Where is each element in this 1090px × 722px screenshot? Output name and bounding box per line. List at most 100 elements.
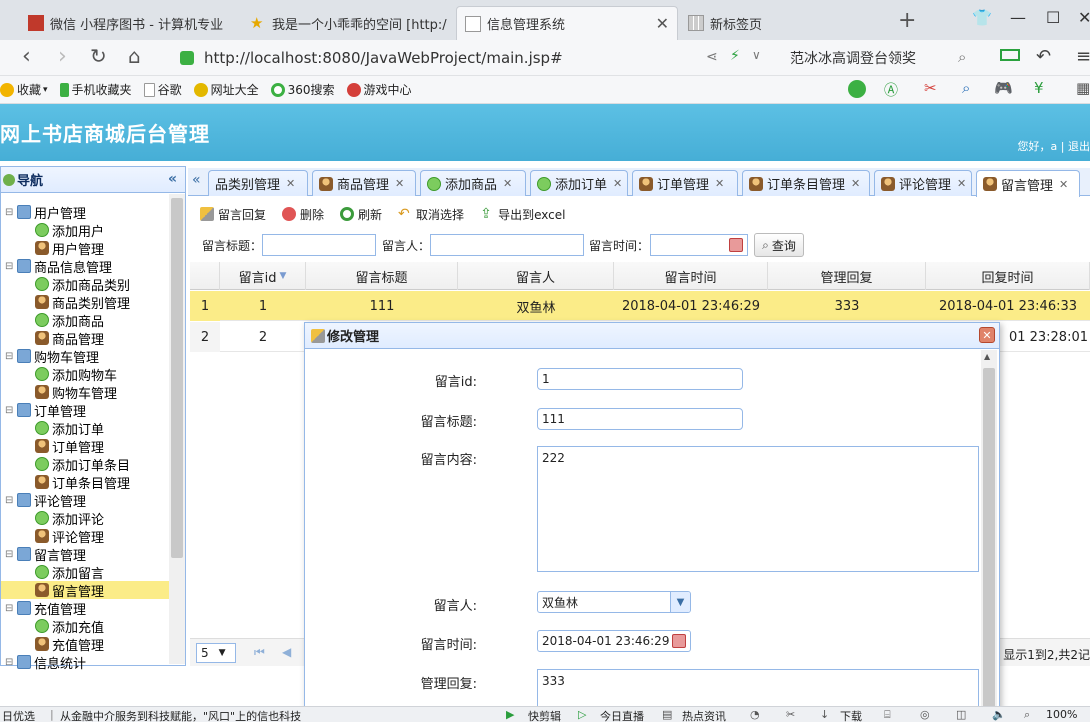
nav-tree-group[interactable]: ⊟ 充值管理: [1, 599, 169, 618]
column-header[interactable]: 留言标题: [306, 262, 458, 290]
nav-tree-item[interactable]: 充值管理: [1, 635, 169, 654]
nav-tree-item[interactable]: 商品管理: [1, 329, 169, 348]
close-tab-icon[interactable]: ✕: [286, 177, 295, 190]
zoom-level[interactable]: 100%: [1046, 708, 1077, 721]
home-icon[interactable]: ⌂: [128, 44, 141, 68]
forward-icon[interactable]: ›: [58, 44, 67, 69]
bookmark-item[interactable]: 谷歌: [143, 81, 182, 98]
expander-icon[interactable]: ⊟: [5, 603, 15, 614]
nav-tree-item[interactable]: 添加商品: [1, 311, 169, 330]
apps-icon[interactable]: ▦: [1076, 79, 1090, 97]
gamepad-icon[interactable]: 🎮: [994, 79, 1013, 97]
reload-icon[interactable]: ↻: [90, 44, 107, 68]
search-time-input[interactable]: [650, 234, 748, 256]
close-tab-icon[interactable]: ✕: [851, 177, 860, 190]
browser-tab[interactable]: ★ 我是一个小乖乖的空间 [http:/: [242, 6, 454, 40]
new-tab-icon[interactable]: +: [898, 8, 916, 33]
address-bar[interactable]: http://localhost:8080/JavaWebProject/mai…: [180, 45, 780, 71]
share-icon[interactable]: ⋖: [706, 49, 718, 65]
reply-button[interactable]: 留言回复: [200, 206, 266, 223]
close-window-icon[interactable]: ✕: [1078, 8, 1090, 27]
column-header[interactable]: 留言id ▼: [220, 262, 306, 290]
nav-tree-item[interactable]: 评论管理: [1, 527, 169, 546]
nav-tree-group[interactable]: ⊟ 购物车管理: [1, 347, 169, 366]
browser-icon[interactable]: ◎: [920, 708, 930, 721]
expander-icon[interactable]: ⊟: [5, 261, 15, 272]
nav-tree-item[interactable]: 用户管理: [1, 239, 169, 258]
lightning-icon[interactable]: ⚡: [730, 48, 740, 64]
extension-icon[interactable]: [848, 80, 866, 98]
window-icon[interactable]: ⌸: [884, 708, 891, 722]
delete-button[interactable]: 删除: [282, 206, 324, 223]
content-tab[interactable]: 商品管理 ✕: [312, 170, 416, 196]
column-header[interactable]: 回复时间: [926, 262, 1090, 290]
search-icon[interactable]: ⌕: [958, 48, 966, 66]
menu-icon[interactable]: ≡: [1076, 46, 1090, 67]
message-id-input[interactable]: 1: [537, 368, 743, 390]
browser-search-input[interactable]: 范冰冰高调登台领奖: [790, 45, 980, 71]
scrollbar-thumb[interactable]: [983, 368, 995, 708]
close-tab-icon[interactable]: ✕: [395, 177, 404, 190]
scrollbar-thumb[interactable]: [171, 198, 183, 558]
browser-tab-active[interactable]: 信息管理系统 ✕: [456, 6, 678, 40]
zoom-icon[interactable]: ⌕: [1024, 708, 1030, 722]
news-ticker-link[interactable]: 从金融中介服务到科技赋能，"风口"上的信也科技: [60, 708, 301, 722]
bookmark-item[interactable]: 360搜索: [270, 81, 335, 98]
nav-tree-item[interactable]: 添加用户: [1, 221, 169, 240]
status-left-text[interactable]: 日优选: [2, 708, 35, 722]
column-header[interactable]: 留言时间: [614, 262, 768, 290]
scroll-up-icon[interactable]: ▲: [984, 352, 990, 361]
nav-tree-group[interactable]: ⊟ 订单管理: [1, 401, 169, 420]
currency-icon[interactable]: ¥: [1034, 79, 1044, 97]
content-tab[interactable]: 留言管理 ✕: [976, 170, 1080, 197]
close-icon[interactable]: ✕: [979, 327, 995, 343]
download-link[interactable]: 下载: [840, 708, 862, 722]
minimize-icon[interactable]: —: [1010, 8, 1026, 27]
content-tab[interactable]: 订单管理 ✕: [632, 170, 738, 196]
message-content-textarea[interactable]: 222: [537, 446, 979, 572]
speed-icon[interactable]: ◔: [750, 708, 760, 721]
nav-tree-group[interactable]: ⊟ 评论管理: [1, 491, 169, 510]
table-row[interactable]: 1 1 111 双鱼林 2018-04-01 23:46:29 333 2018-04-01…: [190, 291, 1090, 321]
tab-scroll-left-icon[interactable]: «: [192, 172, 201, 188]
query-button[interactable]: ⌕ 查询: [754, 233, 804, 257]
nav-tree-item[interactable]: 商品类别管理: [1, 293, 169, 312]
content-tab[interactable]: 添加商品 ✕: [420, 170, 526, 196]
nav-tree-item[interactable]: 留言管理: [1, 581, 169, 600]
tools-icon[interactable]: ✂: [786, 708, 795, 721]
message-user-select[interactable]: 双鱼林 ▼: [537, 591, 691, 613]
browser-tab[interactable]: 新标签页: [680, 6, 890, 40]
nav-tree-item[interactable]: 添加购物车: [1, 365, 169, 384]
prev-page-icon[interactable]: ◀: [282, 645, 291, 659]
battery-icon[interactable]: [1000, 49, 1020, 61]
collapse-panel-icon[interactable]: «: [168, 171, 177, 187]
back-icon[interactable]: ‹: [22, 44, 31, 69]
nav-tree-item[interactable]: 添加充值: [1, 617, 169, 636]
content-tab[interactable]: 品类别管理 ✕: [208, 170, 308, 196]
close-tab-icon[interactable]: ✕: [1059, 178, 1068, 191]
column-header[interactable]: 留言人: [458, 262, 614, 290]
refresh-button[interactable]: 刷新: [340, 206, 382, 223]
nav-tree-item[interactable]: 订单管理: [1, 437, 169, 456]
status-item[interactable]: 今日直播: [600, 708, 644, 722]
maximize-icon[interactable]: ☐: [1046, 8, 1060, 27]
search-user-input[interactable]: [430, 234, 584, 256]
calendar-icon[interactable]: [729, 238, 743, 252]
search-title-input[interactable]: [262, 234, 376, 256]
bookmark-item[interactable]: 手机收藏夹: [59, 81, 132, 98]
chevron-down-icon[interactable]: ∨: [752, 48, 761, 62]
bookmark-item[interactable]: 收藏 ▾: [0, 81, 48, 98]
nav-tree-group[interactable]: ⊟ 用户管理: [1, 203, 169, 222]
export-excel-button[interactable]: ⇪ 导出到excel: [480, 206, 565, 223]
nav-scrollbar[interactable]: [169, 194, 185, 664]
nav-tree-item[interactable]: 添加留言: [1, 563, 169, 582]
expander-icon[interactable]: ⊟: [5, 549, 15, 560]
shirt-icon[interactable]: 👕: [972, 8, 992, 27]
nav-tree-item[interactable]: 添加商品类别: [1, 275, 169, 294]
nav-tree-item[interactable]: 添加订单条目: [1, 455, 169, 474]
content-tab[interactable]: 订单条目管理 ✕: [742, 170, 870, 196]
undo-icon[interactable]: ↶: [1036, 46, 1051, 67]
message-time-input[interactable]: 2018-04-01 23:46:29: [537, 630, 691, 652]
scissors-icon[interactable]: ✂: [924, 79, 937, 97]
close-tab-icon[interactable]: ✕: [715, 177, 724, 190]
